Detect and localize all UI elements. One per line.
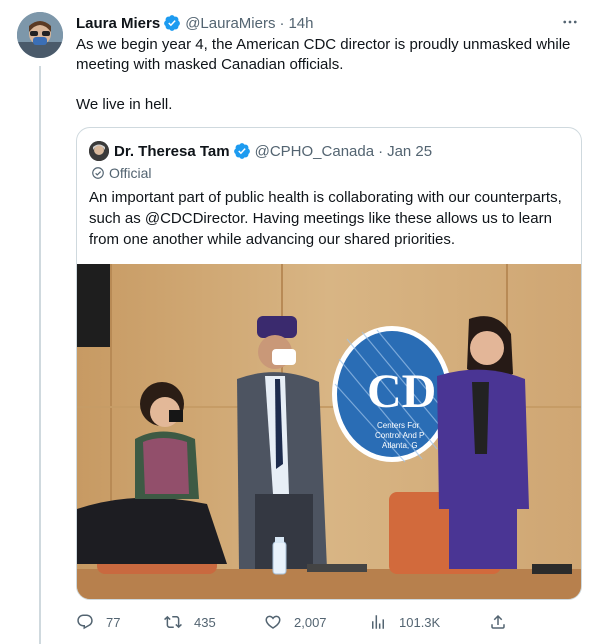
quoted-avatar [89, 141, 109, 161]
cdc-sign-subtext-1: Centers For [377, 421, 420, 430]
quoted-tweet[interactable]: Dr. Theresa Tam @CPHO_Canada · Jan 25 Of… [76, 127, 582, 600]
quoted-tweet-photo[interactable]: CDC Centers For Control And P Atlanta, G [77, 264, 581, 599]
separator-dot: · [279, 14, 285, 32]
views-count: 101.3K [399, 614, 441, 630]
views-button[interactable]: 101.3K [369, 613, 489, 631]
tweet-header: Laura Miers @LauraMiers · 14h [76, 12, 584, 34]
retweet-count: 435 [194, 614, 216, 630]
author-name[interactable]: Laura Miers [76, 15, 160, 32]
meeting-photo: CDC Centers For Control And P Atlanta, G [77, 264, 581, 599]
more-options-icon[interactable] [560, 12, 580, 32]
quoted-author-name: Dr. Theresa Tam [114, 142, 230, 160]
retweet-button[interactable]: 435 [164, 613, 264, 631]
official-check-icon [92, 167, 104, 179]
quoted-tweet-text: An important part of public health is co… [89, 189, 562, 248]
reply-icon [77, 614, 93, 630]
official-label-text: Official [109, 165, 152, 181]
retweet-icon [164, 615, 182, 629]
quoted-timestamp: Jan 25 [387, 142, 433, 160]
reply-count: 77 [106, 614, 121, 630]
author-handle[interactable]: @LauraMiers [185, 15, 275, 32]
avatar[interactable] [17, 12, 63, 58]
avatar-image [17, 12, 63, 58]
quoted-author-handle: @CPHO_Canada [254, 142, 375, 160]
reply-button[interactable]: 77 [76, 613, 164, 631]
like-count: 2,007 [294, 614, 327, 630]
official-label: Official [91, 165, 152, 181]
views-icon [372, 615, 384, 629]
verified-badge-icon [163, 14, 181, 32]
thread-line [39, 66, 41, 644]
quoted-tweet-header: Dr. Theresa Tam @CPHO_Canada · Jan 25 [89, 140, 432, 162]
verified-badge-icon [233, 142, 251, 160]
cdc-sign-subtext-2: Control And P [375, 431, 424, 440]
tweet-actions: 77 435 2,007 101.3K [76, 609, 581, 635]
heart-icon [265, 615, 281, 629]
cdc-sign-subtext-3: Atlanta, G [382, 441, 418, 450]
separator-dot: · [378, 142, 384, 160]
share-icon [491, 614, 505, 629]
tweet-text: As we begin year 4, the American CDC dir… [76, 36, 571, 113]
share-button[interactable] [489, 613, 519, 631]
tweet-timestamp[interactable]: 14h [288, 15, 313, 32]
like-button[interactable]: 2,007 [264, 613, 369, 631]
